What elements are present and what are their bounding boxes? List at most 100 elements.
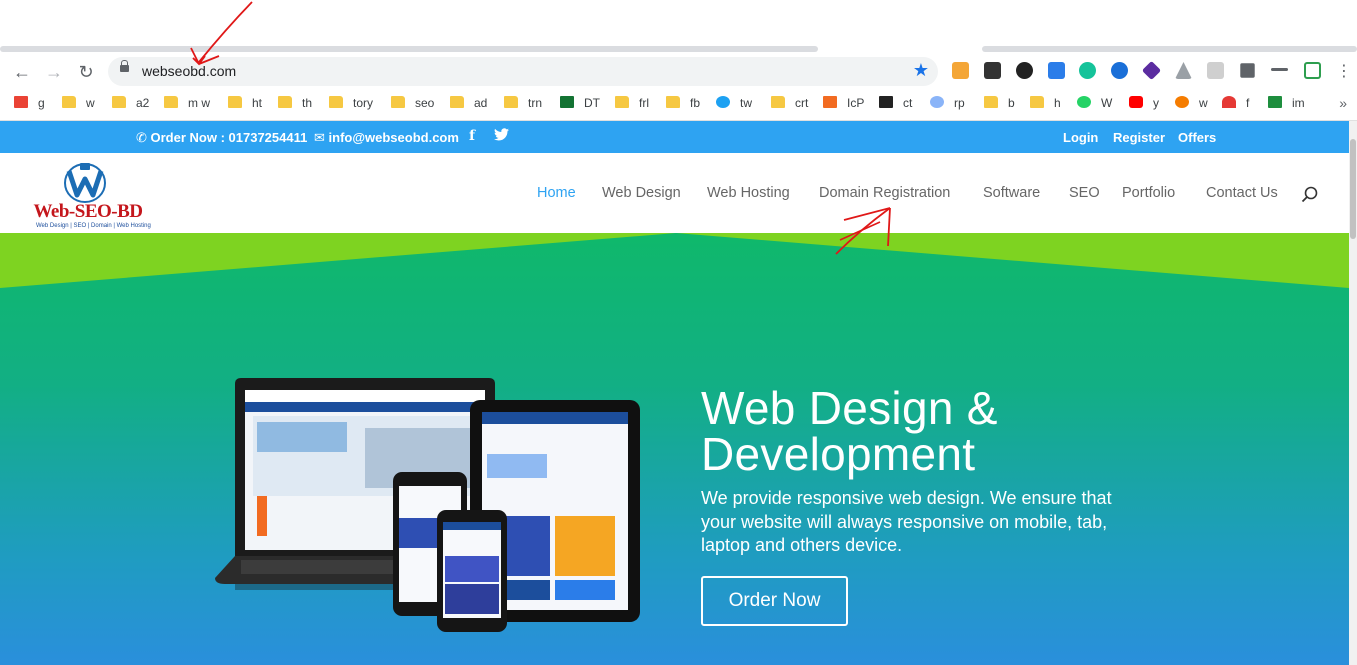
bookmark-crt[interactable]: crt (771, 96, 808, 114)
bookmark-label: ct (903, 96, 913, 110)
bookmark-trn[interactable]: trn (504, 96, 542, 114)
page-scrollbar[interactable] (1349, 121, 1357, 665)
lock-icon[interactable] (120, 60, 129, 72)
bookmark-label: W (1101, 96, 1113, 110)
menu-software[interactable]: Software (983, 185, 1040, 201)
w-icon (1175, 96, 1189, 108)
facebook-icon[interactable]: f (469, 128, 475, 144)
download-extension-icon[interactable] (1048, 62, 1065, 79)
bookmark-ct[interactable]: ct (879, 96, 912, 114)
bookmark-th[interactable]: th (278, 96, 312, 114)
extension-diamond-icon[interactable] (1141, 60, 1162, 81)
drive-icon[interactable] (1175, 62, 1192, 79)
folder-icon (615, 96, 629, 108)
bookmark-label: w (1199, 96, 1208, 110)
order-phone[interactable]: ✆ Order Now : 01737254411 (136, 130, 307, 146)
bookmark-whatsapp[interactable]: W (1077, 96, 1112, 114)
reload-icon[interactable]: ↻ (72, 58, 100, 86)
tab-bar-left[interactable] (0, 46, 818, 52)
menu-portfolio[interactable]: Portfolio (1122, 185, 1175, 201)
extension-green-icon[interactable] (1304, 62, 1321, 79)
extension-k-icon[interactable] (1016, 62, 1033, 79)
extension-icon[interactable] (952, 62, 969, 79)
extensions-puzzle-icon[interactable] (1240, 63, 1255, 78)
bookmark-fb[interactable]: fb (666, 96, 700, 114)
tab-bar-right[interactable] (982, 46, 1357, 52)
bookmark-tory[interactable]: tory (329, 96, 373, 114)
menu-home[interactable]: Home (537, 185, 576, 201)
search-icon[interactable] (1301, 186, 1318, 203)
address-row: ← → ↻ webseobd.com ★ ⋮ (0, 54, 1357, 89)
bookmark-label: h (1054, 96, 1061, 110)
hero-wave (0, 233, 1349, 288)
menu-domain-registration[interactable]: Domain Registration (819, 185, 950, 201)
bookmark-label: rp (954, 96, 965, 110)
bookmark-ad[interactable]: ad (450, 96, 487, 114)
menu-seo[interactable]: SEO (1069, 185, 1100, 201)
bookmark-label: ad (474, 96, 488, 110)
bookmark-label: y (1153, 96, 1159, 110)
site-header: Web-SEO-BD Web Design | SEO | Domain | W… (0, 153, 1349, 233)
bookmark-w[interactable]: w (62, 96, 95, 114)
order-now-button[interactable]: Order Now (701, 576, 848, 626)
bookmark-label: ht (252, 96, 263, 110)
youtube-icon (1129, 96, 1143, 108)
bookmark-ht[interactable]: ht (228, 96, 262, 114)
twitter-icon[interactable] (494, 128, 509, 144)
folder-icon (391, 96, 405, 108)
register-link[interactable]: Register (1113, 130, 1165, 145)
extension-globe-icon[interactable] (1111, 62, 1128, 79)
bookmark-label: th (302, 96, 313, 110)
extension-m-icon[interactable] (984, 62, 1001, 79)
bookmark-m-w[interactable]: m w (164, 96, 210, 114)
url-text[interactable]: webseobd.com (142, 63, 236, 79)
bookmark-f[interactable]: f (1222, 96, 1249, 114)
bookmark-b[interactable]: b (984, 96, 1015, 114)
email-link[interactable]: ✉ info@webseobd.com (314, 130, 459, 146)
bookmark-label: trn (528, 96, 543, 110)
back-icon[interactable]: ← (8, 58, 36, 86)
folder-icon (666, 96, 680, 108)
media-control-icon[interactable] (1271, 68, 1288, 71)
forward-icon[interactable]: → (40, 58, 68, 86)
login-link[interactable]: Login (1063, 130, 1098, 145)
bookmark-label: im (1292, 96, 1305, 110)
folder-icon (984, 96, 998, 108)
bookmark-a2[interactable]: a2 (112, 96, 149, 114)
scrollbar-thumb[interactable] (1350, 139, 1356, 239)
folder-icon (504, 96, 518, 108)
bookmark-label: seo (415, 96, 435, 110)
bookmark-dt[interactable]: DT (560, 96, 600, 114)
bookmark-frl[interactable]: frl (615, 96, 649, 114)
bookmark-rp[interactable]: rp (930, 96, 965, 114)
menu-dots-icon[interactable]: ⋮ (1330, 58, 1357, 86)
bookmarks-bar: g w a2 m w ht th tory seo ad trn DT frl … (0, 89, 1357, 121)
chevron-more-icon[interactable]: » (1339, 95, 1347, 111)
offers-link[interactable]: Offers (1178, 130, 1216, 145)
folder-icon (1030, 96, 1044, 108)
bookmark-youtube[interactable]: y (1129, 96, 1159, 114)
bookmark-icp[interactable]: IcP (823, 96, 864, 114)
menu-web-hosting[interactable]: Web Hosting (707, 185, 790, 201)
bookmark-tw[interactable]: tw (716, 96, 752, 114)
address-bar[interactable]: webseobd.com ★ (108, 57, 938, 86)
hero-title-line1: Web Design & (701, 382, 998, 434)
bookmark-label: IcP (847, 96, 865, 110)
bookmark-w2[interactable]: w (1175, 96, 1208, 114)
bookmark-h[interactable]: h (1030, 96, 1061, 114)
extension-image-icon[interactable] (1207, 62, 1224, 79)
menu-contact-us[interactable]: Contact Us (1206, 185, 1278, 201)
bookmark-star-icon[interactable]: ★ (913, 60, 929, 81)
bookmark-label: w (86, 96, 95, 110)
hero-description: We provide responsive web design. We ens… (701, 488, 1112, 555)
site-logo[interactable]: Web-SEO-BD Web Design | SEO | Domain | W… (33, 161, 151, 233)
bookmark-im[interactable]: im (1268, 96, 1305, 114)
responsive-devices-image (215, 378, 640, 632)
bookmark-label: b (1008, 96, 1015, 110)
bookmark-seo[interactable]: seo (391, 96, 434, 114)
menu-web-design[interactable]: Web Design (602, 185, 681, 201)
grammarly-icon[interactable] (1079, 62, 1096, 79)
bookmark-label: tory (353, 96, 374, 110)
bookmark-g[interactable]: g (14, 96, 45, 114)
folder-icon (329, 96, 343, 108)
